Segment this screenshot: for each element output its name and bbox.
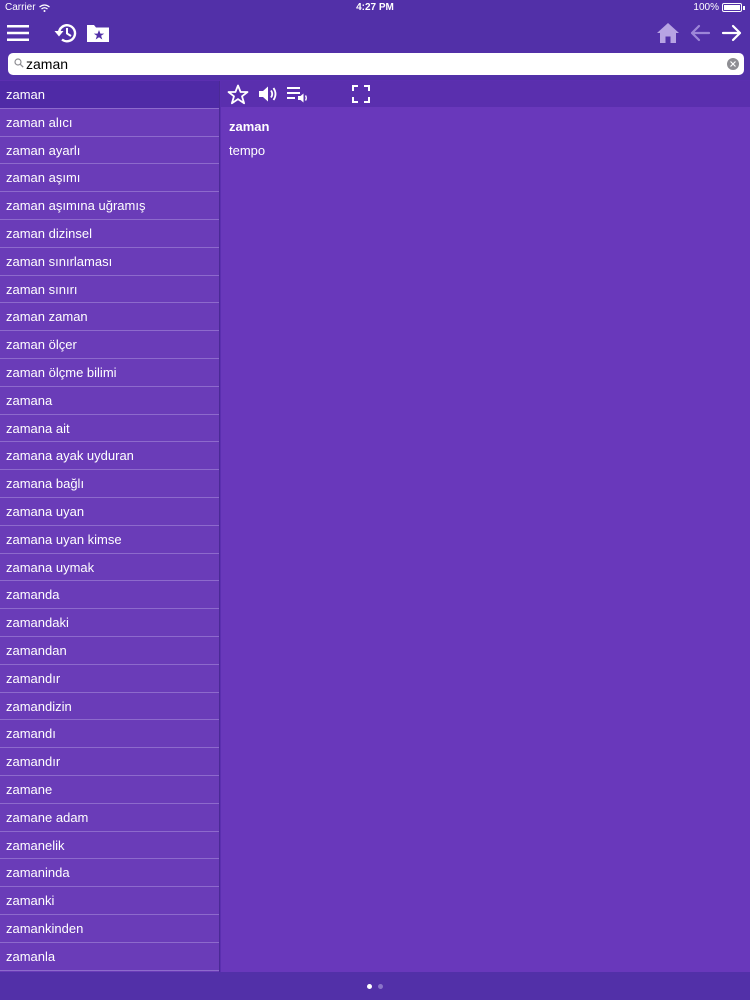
word-list-item[interactable]: zamane [0, 776, 219, 804]
home-icon[interactable] [654, 19, 682, 47]
word-list-item[interactable]: zamana ayak uyduran [0, 442, 219, 471]
word-list-item[interactable]: zamana uymak [0, 554, 219, 582]
word-list-item[interactable]: zaman sınırı [0, 276, 219, 304]
word-list-item[interactable]: zamandaki [0, 609, 219, 637]
word-list-item[interactable]: zamanla [0, 943, 219, 971]
battery-icon [722, 3, 742, 12]
word-list-item[interactable]: zaman aşımı [0, 164, 219, 193]
word-list-item[interactable]: zamaninda [0, 859, 219, 888]
word-list-item[interactable]: zamandır [0, 748, 219, 776]
star-icon[interactable] [226, 83, 250, 105]
word-list-item[interactable]: zamana [0, 387, 219, 415]
page-dot[interactable] [367, 983, 372, 989]
back-arrow-icon[interactable] [686, 19, 714, 47]
page-dot[interactable] [378, 983, 383, 989]
word-list-item[interactable]: zamana ait [0, 415, 219, 443]
history-icon[interactable] [52, 19, 80, 47]
search-box[interactable] [8, 53, 744, 75]
word-list-item[interactable]: zamana uyan kimse [0, 526, 219, 554]
word-list-item[interactable]: zamanki [0, 887, 219, 915]
word-list: zaman zaman alıcı zaman ayarlı zaman aşımı z… [0, 81, 220, 972]
clear-search-icon[interactable] [727, 58, 739, 70]
search-input[interactable] [26, 54, 726, 74]
word-list-item[interactable]: zaman ölçme bilimi [0, 359, 219, 387]
word-list-item[interactable]: zaman dizinsel [0, 220, 219, 248]
word-list-item[interactable]: zamandır [0, 665, 219, 693]
definition-pane: zaman tempo [221, 81, 750, 972]
word-list-item[interactable]: zaman ayarlı [0, 137, 219, 165]
word-list-item[interactable]: zaman zaman [0, 303, 219, 332]
top-toolbar [0, 16, 750, 50]
favorites-folder-icon[interactable] [84, 19, 112, 47]
menu-icon[interactable] [4, 19, 32, 47]
word-list-item[interactable]: zamandı [0, 720, 219, 749]
translation: tempo [229, 143, 266, 158]
search-icon [14, 58, 24, 68]
page-indicator [0, 972, 750, 1000]
speaker-icon[interactable] [256, 83, 280, 105]
word-list-item[interactable]: zaman aşımına uğramış [0, 192, 219, 220]
status-battery: 100% [693, 2, 745, 13]
word-list-item[interactable]: zamana uyan [0, 498, 219, 526]
word-list-item[interactable]: zamandizin [0, 693, 219, 721]
status-time: 4:27 PM [356, 2, 394, 13]
headword: zaman [229, 119, 270, 134]
word-list-item[interactable]: zamanelik [0, 832, 219, 860]
word-list-item[interactable]: zaman ölçer [0, 331, 219, 359]
word-list-item[interactable]: zamana bağlı [0, 470, 219, 498]
playlist-audio-icon[interactable] [286, 83, 310, 105]
forward-arrow-icon[interactable] [718, 19, 746, 47]
word-list-item[interactable]: zamankinden [0, 915, 219, 943]
definition-toolbar [221, 81, 750, 107]
status-bar: Carrier 4:27 PM 100% [0, 0, 750, 16]
word-list-item[interactable]: zamanda [0, 581, 219, 610]
word-list-item[interactable]: zamandan [0, 637, 219, 665]
battery-tip [743, 5, 745, 10]
battery-percent: 100% [693, 2, 719, 13]
word-list-item[interactable]: zaman alıcı [0, 109, 219, 137]
search-bar [0, 50, 750, 80]
fullscreen-icon[interactable] [349, 83, 373, 105]
word-list-item[interactable]: zamane adam [0, 804, 219, 832]
word-list-item[interactable]: zaman [0, 81, 219, 109]
word-list-item[interactable]: zaman sınırlaması [0, 248, 219, 276]
